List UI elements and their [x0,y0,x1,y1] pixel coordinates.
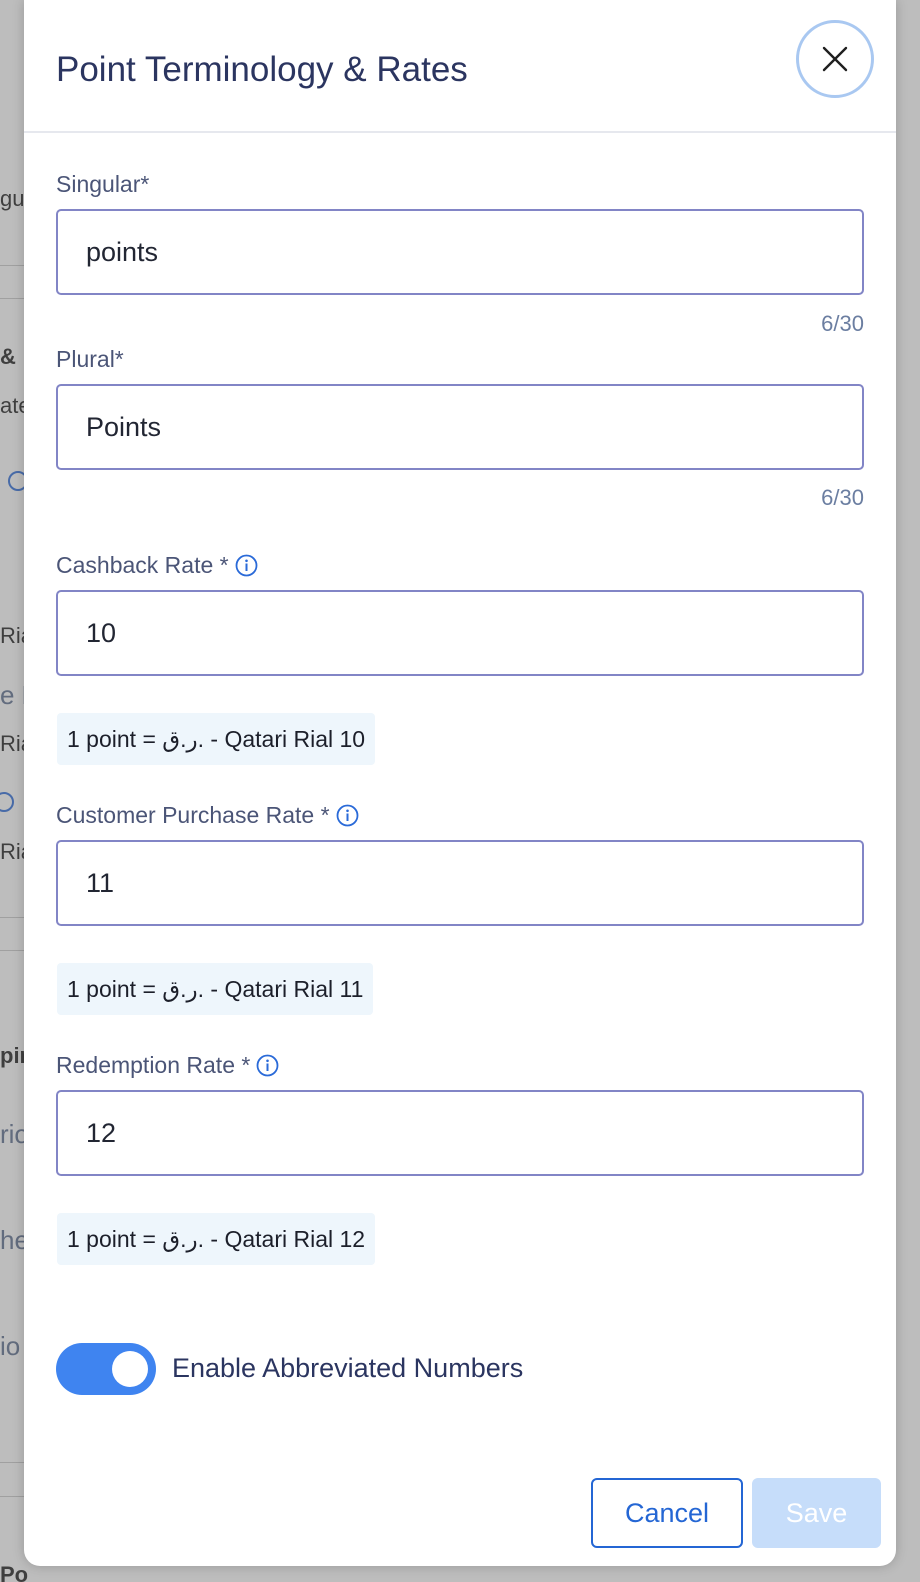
info-icon[interactable] [256,1054,279,1077]
info-icon[interactable] [336,804,359,827]
singular-label: Singular* [56,171,149,198]
plural-label-text: Plural* [56,346,124,372]
background-text: Po [0,1562,29,1582]
background-info-icon [0,792,14,812]
abbreviated-numbers-label: Enable Abbreviated Numbers [172,1353,524,1383]
redemption-rate-label: Redemption Rate * [56,1052,279,1079]
close-button[interactable] [796,20,874,98]
plural-input[interactable] [56,384,864,470]
cashback-rate-label-text: Cashback Rate * [56,552,229,578]
purchase-rate-conversion: 1 point = ر.ق. - Qatari Rial 11 [57,963,374,1015]
singular-label-text: Singular* [56,171,150,197]
cancel-button[interactable]: Cancel [591,1478,743,1548]
purchase-rate-label: Customer Purchase Rate * [56,802,359,829]
cashback-rate-input[interactable] [56,590,864,676]
singular-char-counter: 6/30 [821,311,864,336]
plural-label: Plural* [56,346,124,373]
plural-char-counter: 6/30 [821,485,864,510]
close-icon [821,45,849,73]
cashback-rate-label: Cashback Rate * [56,552,258,579]
singular-input[interactable] [56,209,864,295]
redemption-rate-input[interactable] [56,1090,864,1176]
toggle-knob [112,1351,148,1387]
redemption-rate-label-text: Redemption Rate * [56,1052,251,1078]
save-button[interactable]: Save [752,1478,881,1548]
background-text: gu [0,186,25,211]
info-icon[interactable] [235,554,258,577]
redemption-rate-conversion: 1 point = ر.ق. - Qatari Rial 12 [57,1213,376,1265]
modal-title: Point Terminology & Rates [56,50,468,89]
background-text: & [0,344,16,369]
purchase-rate-label-text: Customer Purchase Rate * [56,802,330,828]
background-text: io [0,1331,21,1361]
modal-header: Point Terminology & Rates [24,0,896,133]
point-terminology-modal: Point Terminology & Rates Singular* 6/30… [24,0,896,1566]
cashback-rate-conversion: 1 point = ر.ق. - Qatari Rial 10 [57,713,376,765]
abbreviated-numbers-toggle[interactable] [56,1343,156,1395]
purchase-rate-input[interactable] [56,840,864,926]
